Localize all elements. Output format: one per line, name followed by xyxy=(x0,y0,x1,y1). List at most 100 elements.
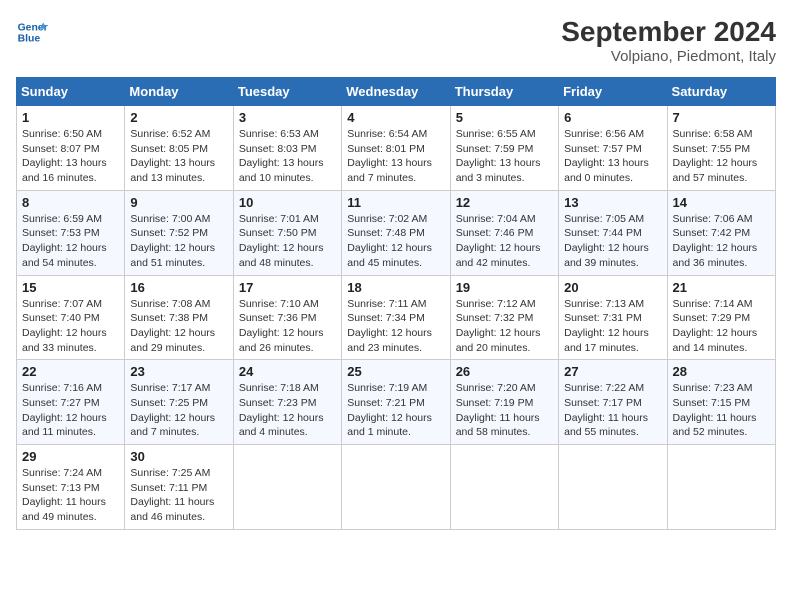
calendar-cell xyxy=(342,445,450,530)
calendar-cell: 27 Sunrise: 7:22 AMSunset: 7:17 PMDayligh… xyxy=(559,360,667,445)
col-header-friday: Friday xyxy=(559,78,667,106)
cell-details: Sunrise: 7:08 AMSunset: 7:38 PMDaylight:… xyxy=(130,297,227,356)
day-number: 1 xyxy=(22,110,119,125)
cell-details: Sunrise: 7:14 AMSunset: 7:29 PMDaylight:… xyxy=(673,297,770,356)
cell-details: Sunrise: 7:12 AMSunset: 7:32 PMDaylight:… xyxy=(456,297,553,356)
col-header-sunday: Sunday xyxy=(17,78,125,106)
calendar-cell xyxy=(667,445,775,530)
calendar-cell: 14 Sunrise: 7:06 AMSunset: 7:42 PMDayligh… xyxy=(667,190,775,275)
calendar-cell xyxy=(233,445,341,530)
calendar-cell: 17Sunrise: 7:10 AMSunset: 7:36 PMDayligh… xyxy=(233,275,341,360)
cell-details: Sunrise: 7:13 AMSunset: 7:31 PMDaylight:… xyxy=(564,297,661,356)
day-number: 22 xyxy=(22,364,119,379)
day-number: 10 xyxy=(239,195,336,210)
cell-details: Sunrise: 7:24 AMSunset: 7:13 PMDaylight:… xyxy=(22,466,119,525)
calendar-header-row: SundayMondayTuesdayWednesdayThursdayFrid… xyxy=(17,78,776,106)
calendar-cell: 13 Sunrise: 7:05 AMSunset: 7:44 PMDayligh… xyxy=(559,190,667,275)
cell-details: Sunrise: 7:01 AMSunset: 7:50 PMDaylight:… xyxy=(239,212,336,271)
day-number: 7 xyxy=(673,110,770,125)
calendar-cell: 19 Sunrise: 7:12 AMSunset: 7:32 PMDayligh… xyxy=(450,275,558,360)
day-number: 16 xyxy=(130,280,227,295)
calendar-cell: 5Sunrise: 6:55 AMSunset: 7:59 PMDaylight… xyxy=(450,106,558,191)
cell-details: Sunrise: 7:06 AMSunset: 7:42 PMDaylight:… xyxy=(673,212,770,271)
calendar-cell: 22Sunrise: 7:16 AMSunset: 7:27 PMDayligh… xyxy=(17,360,125,445)
calendar-cell: 8Sunrise: 6:59 AMSunset: 7:53 PMDaylight… xyxy=(17,190,125,275)
calendar-cell: 21 Sunrise: 7:14 AMSunset: 7:29 PMDayligh… xyxy=(667,275,775,360)
day-number: 18 xyxy=(347,280,444,295)
cell-details: Sunrise: 7:04 AMSunset: 7:46 PMDaylight:… xyxy=(456,212,553,271)
day-number: 26 xyxy=(456,364,553,379)
cell-details: Sunrise: 7:23 AMSunset: 7:15 PMDaylight:… xyxy=(673,381,770,440)
cell-details: Sunrise: 7:02 AMSunset: 7:48 PMDaylight:… xyxy=(347,212,444,271)
cell-details: Sunrise: 6:54 AMSunset: 8:01 PMDaylight:… xyxy=(347,127,444,186)
calendar-cell: 26Sunrise: 7:20 AMSunset: 7:19 PMDayligh… xyxy=(450,360,558,445)
cell-details: Sunrise: 7:25 AMSunset: 7:11 PMDaylight:… xyxy=(130,466,227,525)
calendar-table: SundayMondayTuesdayWednesdayThursdayFrid… xyxy=(16,77,776,530)
day-number: 27 xyxy=(564,364,661,379)
day-number: 24 xyxy=(239,364,336,379)
svg-text:Blue: Blue xyxy=(18,34,41,45)
calendar-cell: 9 Sunrise: 7:00 AMSunset: 7:52 PMDaylight… xyxy=(125,190,233,275)
page-title: September 2024 xyxy=(561,16,776,48)
calendar-cell: 28 Sunrise: 7:23 AMSunset: 7:15 PMDayligh… xyxy=(667,360,775,445)
cell-details: Sunrise: 7:00 AMSunset: 7:52 PMDaylight:… xyxy=(130,212,227,271)
logo-icon: General Blue xyxy=(16,16,48,48)
cell-details: Sunrise: 7:07 AMSunset: 7:40 PMDaylight:… xyxy=(22,297,119,356)
calendar-cell: 11 Sunrise: 7:02 AMSunset: 7:48 PMDayligh… xyxy=(342,190,450,275)
day-number: 11 xyxy=(347,195,444,210)
calendar-cell: 23 Sunrise: 7:17 AMSunset: 7:25 PMDayligh… xyxy=(125,360,233,445)
day-number: 19 xyxy=(456,280,553,295)
col-header-saturday: Saturday xyxy=(667,78,775,106)
day-number: 2 xyxy=(130,110,227,125)
col-header-thursday: Thursday xyxy=(450,78,558,106)
logo: General Blue xyxy=(16,16,48,48)
calendar-cell: 24Sunrise: 7:18 AMSunset: 7:23 PMDayligh… xyxy=(233,360,341,445)
col-header-wednesday: Wednesday xyxy=(342,78,450,106)
cell-details: Sunrise: 6:59 AMSunset: 7:53 PMDaylight:… xyxy=(22,212,119,271)
calendar-cell: 20 Sunrise: 7:13 AMSunset: 7:31 PMDayligh… xyxy=(559,275,667,360)
calendar-cell: 7 Sunrise: 6:58 AMSunset: 7:55 PMDaylight… xyxy=(667,106,775,191)
cell-details: Sunrise: 6:56 AMSunset: 7:57 PMDaylight:… xyxy=(564,127,661,186)
calendar-cell: 4 Sunrise: 6:54 AMSunset: 8:01 PMDaylight… xyxy=(342,106,450,191)
cell-details: Sunrise: 6:58 AMSunset: 7:55 PMDaylight:… xyxy=(673,127,770,186)
calendar-cell: 3Sunrise: 6:53 AMSunset: 8:03 PMDaylight… xyxy=(233,106,341,191)
page-header: General Blue September 2024 Volpiano, Pi… xyxy=(16,16,776,65)
calendar-cell: 12 Sunrise: 7:04 AMSunset: 7:46 PMDayligh… xyxy=(450,190,558,275)
cell-details: Sunrise: 7:10 AMSunset: 7:36 PMDaylight:… xyxy=(239,297,336,356)
day-number: 21 xyxy=(673,280,770,295)
col-header-monday: Monday xyxy=(125,78,233,106)
day-number: 9 xyxy=(130,195,227,210)
cell-details: Sunrise: 6:53 AMSunset: 8:03 PMDaylight:… xyxy=(239,127,336,186)
cell-details: Sunrise: 6:52 AMSunset: 8:05 PMDaylight:… xyxy=(130,127,227,186)
calendar-cell: 30Sunrise: 7:25 AMSunset: 7:11 PMDayligh… xyxy=(125,445,233,530)
day-number: 23 xyxy=(130,364,227,379)
calendar-cell xyxy=(450,445,558,530)
day-number: 4 xyxy=(347,110,444,125)
day-number: 15 xyxy=(22,280,119,295)
day-number: 5 xyxy=(456,110,553,125)
day-number: 13 xyxy=(564,195,661,210)
cell-details: Sunrise: 7:19 AMSunset: 7:21 PMDaylight:… xyxy=(347,381,444,440)
calendar-cell: 25 Sunrise: 7:19 AMSunset: 7:21 PMDayligh… xyxy=(342,360,450,445)
cell-details: Sunrise: 7:22 AMSunset: 7:17 PMDaylight:… xyxy=(564,381,661,440)
cell-details: Sunrise: 7:11 AMSunset: 7:34 PMDaylight:… xyxy=(347,297,444,356)
day-number: 14 xyxy=(673,195,770,210)
day-number: 28 xyxy=(673,364,770,379)
calendar-cell: 15 Sunrise: 7:07 AMSunset: 7:40 PMDayligh… xyxy=(17,275,125,360)
calendar-week-row: 1Sunrise: 6:50 AMSunset: 8:07 PMDaylight… xyxy=(17,106,776,191)
calendar-week-row: 29Sunrise: 7:24 AMSunset: 7:13 PMDayligh… xyxy=(17,445,776,530)
day-number: 25 xyxy=(347,364,444,379)
day-number: 12 xyxy=(456,195,553,210)
col-header-tuesday: Tuesday xyxy=(233,78,341,106)
cell-details: Sunrise: 7:17 AMSunset: 7:25 PMDaylight:… xyxy=(130,381,227,440)
calendar-cell: 18 Sunrise: 7:11 AMSunset: 7:34 PMDayligh… xyxy=(342,275,450,360)
cell-details: Sunrise: 7:05 AMSunset: 7:44 PMDaylight:… xyxy=(564,212,661,271)
calendar-cell xyxy=(559,445,667,530)
page-subtitle: Volpiano, Piedmont, Italy xyxy=(561,48,776,65)
calendar-cell: 10 Sunrise: 7:01 AMSunset: 7:50 PMDayligh… xyxy=(233,190,341,275)
calendar-week-row: 8Sunrise: 6:59 AMSunset: 7:53 PMDaylight… xyxy=(17,190,776,275)
title-block: September 2024 Volpiano, Piedmont, Italy xyxy=(561,16,776,65)
calendar-cell: 29Sunrise: 7:24 AMSunset: 7:13 PMDayligh… xyxy=(17,445,125,530)
day-number: 20 xyxy=(564,280,661,295)
calendar-cell: 16 Sunrise: 7:08 AMSunset: 7:38 PMDayligh… xyxy=(125,275,233,360)
